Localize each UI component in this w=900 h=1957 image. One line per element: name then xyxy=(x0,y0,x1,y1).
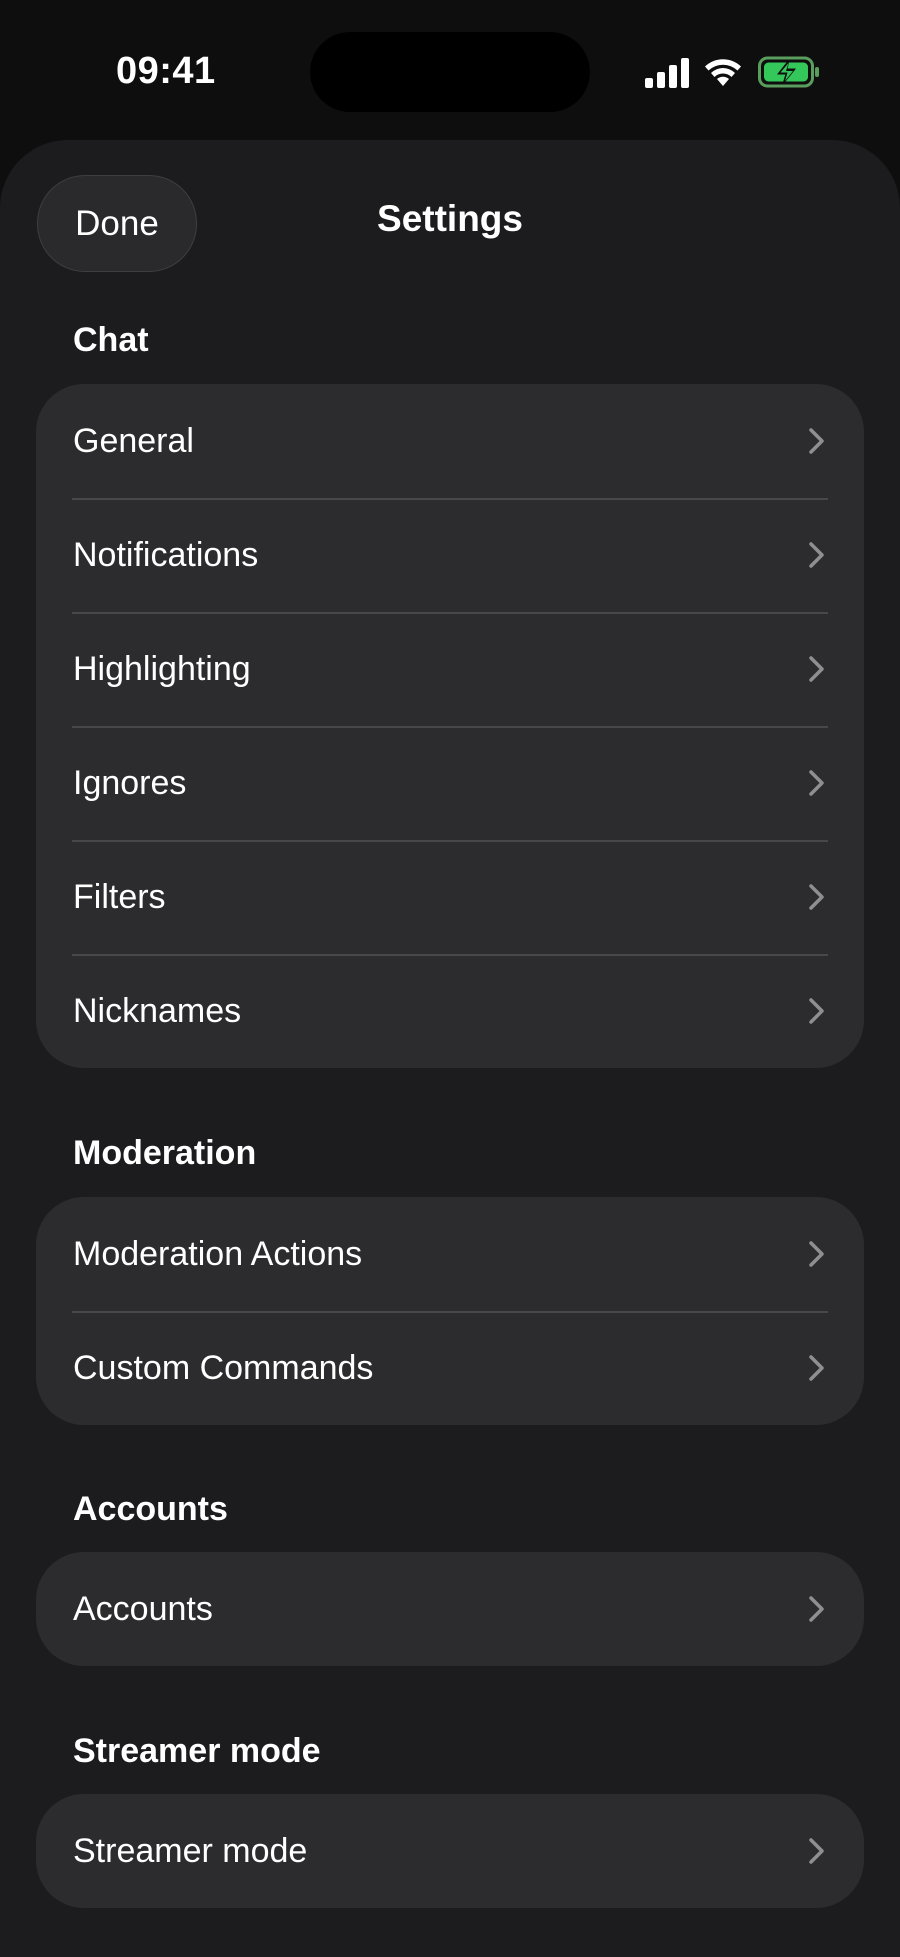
chevron-right-icon xyxy=(809,998,824,1024)
chevron-right-icon xyxy=(809,1596,824,1622)
status-time: 09:41 xyxy=(116,50,216,92)
settings-row-accounts[interactable]: Accounts xyxy=(36,1552,864,1666)
chevron-right-icon xyxy=(809,542,824,568)
chevron-right-icon xyxy=(809,1241,824,1267)
dynamic-island xyxy=(310,32,590,112)
row-label: Moderation Actions xyxy=(73,1234,363,1273)
page-title: Settings xyxy=(377,198,523,239)
chevron-right-icon xyxy=(809,1355,824,1381)
row-label: Accounts xyxy=(73,1589,213,1628)
status-bar: 09:41 xyxy=(0,0,900,140)
settings-row-custom-commands[interactable]: Custom Commands xyxy=(36,1311,864,1425)
row-label: Notifications xyxy=(73,535,259,574)
settings-row-ignores[interactable]: Ignores xyxy=(36,726,864,840)
section-header-chat: Chat xyxy=(73,321,149,359)
row-label: General xyxy=(73,421,194,460)
row-label: Highlighting xyxy=(73,649,251,688)
section-header-moderation: Moderation xyxy=(73,1134,257,1172)
chevron-right-icon xyxy=(809,770,824,796)
battery-charging-icon xyxy=(758,56,819,88)
wifi-icon xyxy=(705,59,741,86)
section-header-accounts: Accounts xyxy=(73,1490,228,1528)
settings-group-chat: General Notifications Highlighting Ignor… xyxy=(36,384,864,1068)
chevron-right-icon xyxy=(809,428,824,454)
settings-row-general[interactable]: General xyxy=(36,384,864,498)
settings-row-highlighting[interactable]: Highlighting xyxy=(36,612,864,726)
section-header-streamer-mode: Streamer mode xyxy=(73,1732,321,1770)
row-label: Streamer mode xyxy=(73,1831,308,1870)
settings-row-moderation-actions[interactable]: Moderation Actions xyxy=(36,1197,864,1311)
settings-row-streamer-mode[interactable]: Streamer mode xyxy=(36,1794,864,1908)
settings-row-notifications[interactable]: Notifications xyxy=(36,498,864,612)
settings-row-filters[interactable]: Filters xyxy=(36,840,864,954)
settings-row-nicknames[interactable]: Nicknames xyxy=(36,954,864,1068)
cellular-signal-icon xyxy=(645,58,689,88)
settings-group-streamer-mode: Streamer mode xyxy=(36,1794,864,1908)
settings-group-accounts: Accounts xyxy=(36,1552,864,1666)
chevron-right-icon xyxy=(809,884,824,910)
row-label: Nicknames xyxy=(73,991,242,1030)
row-label: Custom Commands xyxy=(73,1348,374,1387)
chevron-right-icon xyxy=(809,1838,824,1864)
row-label: Filters xyxy=(73,877,166,916)
row-label: Ignores xyxy=(73,763,187,802)
screen: 09:41 Done Settings Chat General Notific… xyxy=(0,0,900,1957)
settings-group-moderation: Moderation Actions Custom Commands xyxy=(36,1197,864,1425)
chevron-right-icon xyxy=(809,656,824,682)
